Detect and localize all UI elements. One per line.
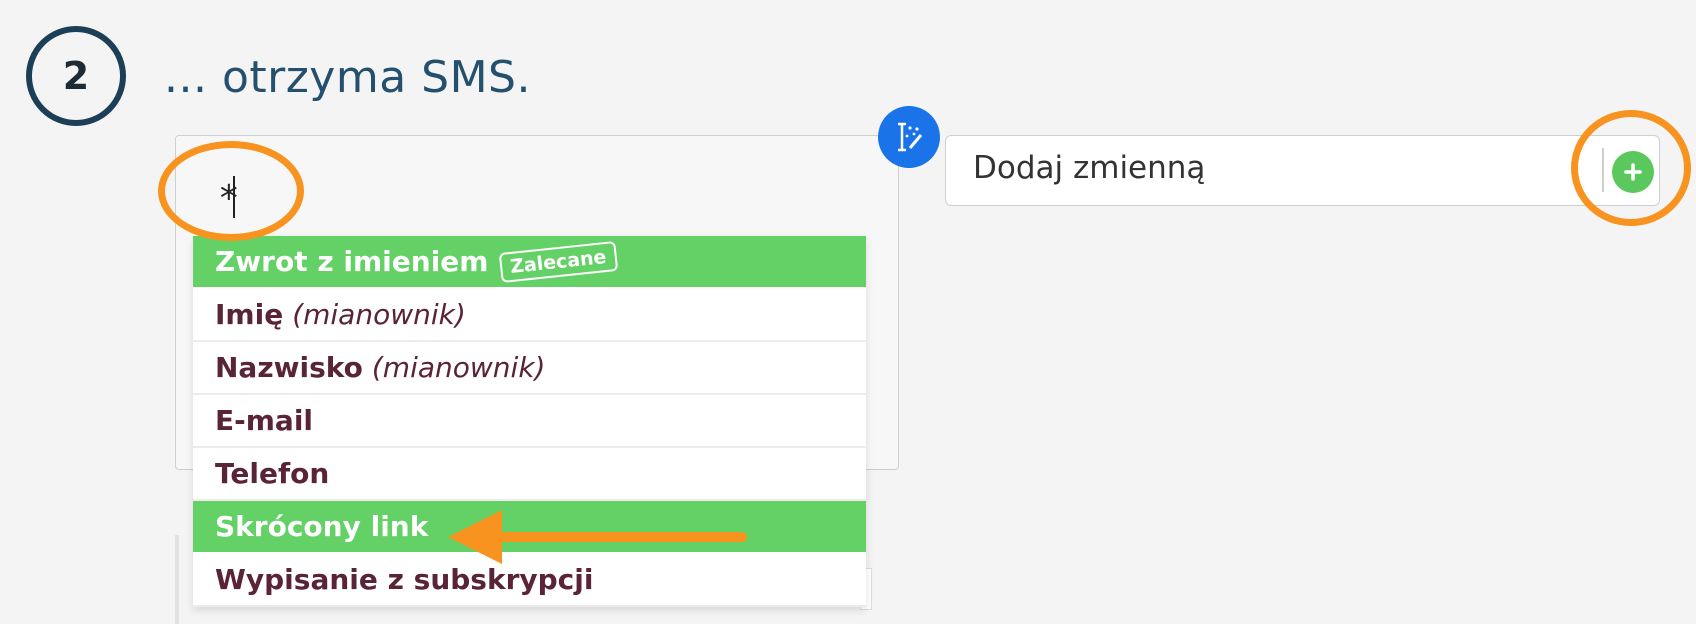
annotation-ring-message: [158, 141, 304, 241]
step-number: 2: [62, 54, 90, 98]
add-variable-field[interactable]: Dodaj zmienną: [945, 135, 1660, 206]
dropdown-item-phone[interactable]: Telefon: [193, 448, 866, 501]
step-title: ... otrzyma SMS.: [164, 52, 531, 103]
dropdown-item-label: Skrócony link: [215, 510, 429, 543]
recommended-badge: Zalecane: [499, 240, 619, 283]
dropdown-item-greeting[interactable]: Zwrot z imieniem Zalecane: [193, 236, 866, 289]
arrow-left-icon: [448, 510, 747, 564]
dropdown-item-email[interactable]: E-mail: [193, 395, 866, 448]
annotation-ring-add-button: [1571, 110, 1691, 226]
dropdown-item-last-name[interactable]: Nazwisko (mianownik): [193, 342, 866, 395]
background-divider: [175, 535, 179, 624]
dropdown-item-case: (mianownik): [292, 298, 466, 331]
dropdown-item-label: Nazwisko: [215, 351, 363, 384]
dropdown-item-case: (mianownik): [371, 351, 546, 384]
dropdown-item-label: Zwrot z imieniem: [215, 245, 489, 278]
dropdown-item-first-name[interactable]: Imię (mianownik): [193, 289, 866, 342]
dropdown-item-label: Imię: [215, 298, 284, 331]
dropdown-item-label: E-mail: [215, 404, 314, 437]
step-number-badge: 2: [26, 26, 126, 126]
text-cursor-magic-wand-icon: [898, 122, 923, 152]
dropdown-item-label: Telefon: [215, 457, 330, 490]
insert-variable-button[interactable]: [878, 106, 940, 168]
add-variable-placeholder: Dodaj zmienną: [973, 150, 1206, 186]
